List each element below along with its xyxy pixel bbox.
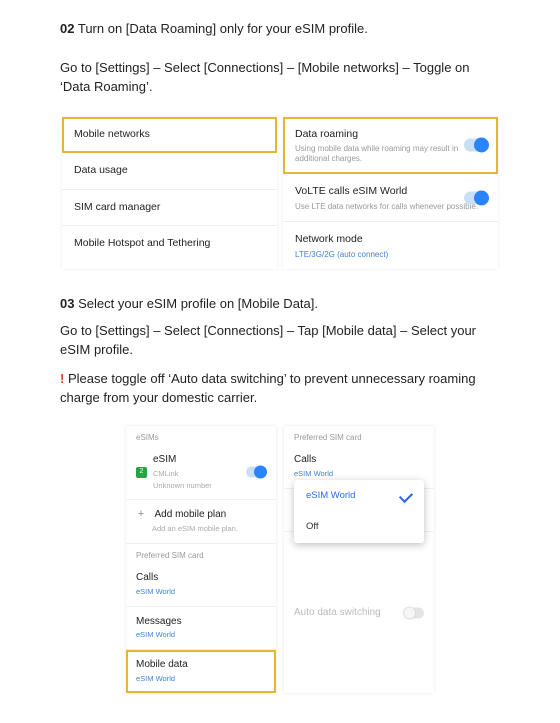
plus-icon: + [136,509,146,519]
volte-toggle[interactable] [464,191,488,204]
row-mobile-networks[interactable]: Mobile networks [62,117,277,154]
data-roaming-sub: Using mobile data while roaming may resu… [295,144,486,163]
esim-enable-toggle[interactable] [246,467,266,478]
data-roaming-toggle[interactable] [464,138,488,151]
row-mobile-data-left[interactable]: Mobile data eSIM World [126,650,276,692]
row-data-usage[interactable]: Data usage [62,153,277,190]
calls-left-sub: eSIM World [136,587,266,598]
step2-title-text: Turn on [Data Roaming] only for your eSI… [78,21,368,36]
esim-label: eSIM [153,454,176,465]
add-plan-sub: Add an eSIM mobile plan. [152,524,266,535]
esim-sub1: CMLink [153,469,212,480]
calls-left-label: Calls [136,572,158,583]
popup-option-off[interactable]: Off [294,511,424,543]
step2-instruction: Go to [Settings] – Select [Connections] … [60,59,500,97]
screenshot-1: Mobile networks Data usage SIM card mana… [60,115,500,272]
row-calls-left[interactable]: Calls eSIM World [126,563,276,606]
step3-instruction: Go to [Settings] – Select [Connections] … [60,322,500,360]
preferred-sim-panel: Preferred SIM card Calls eSIM World Mess… [284,426,434,693]
data-roaming-label: Data roaming [295,128,358,140]
row-auto-data-switching[interactable]: Auto data switching [284,598,434,629]
preferred-sim-header-right: Preferred SIM card [284,426,434,446]
mobile-data-popup: eSIM World Off [294,480,424,544]
warning-icon: ! [60,371,64,386]
screenshot-2: eSIMs 2 eSIM CMLink Unknown number + Add… [60,426,500,693]
sim-card-manager-label: SIM card manager [74,201,160,213]
auto-data-switching-label: Auto data switching [294,607,381,618]
preferred-sim-header-left: Preferred SIM card [126,544,276,564]
row-messages-left[interactable]: Messages eSIM World [126,607,276,650]
row-sim-card-manager[interactable]: SIM card manager [62,190,277,227]
step3-heading: 03 Select your eSIM profile on [Mobile D… [60,295,500,314]
sim-manager-panel: eSIMs 2 eSIM CMLink Unknown number + Add… [126,426,276,693]
popup-option-esim-world[interactable]: eSIM World [294,480,424,512]
calls-right-sub: eSIM World [294,469,424,480]
esim-sub2: Unknown number [153,481,212,492]
add-plan-label: Add mobile plan [155,509,227,520]
volte-sub: Use LTE data networks for calls whenever… [295,202,486,212]
volte-label: VoLTE calls eSIM World [295,185,407,197]
network-mode-sub: LTE/3G/2G (auto connect) [295,250,486,260]
mobile-networks-panel: Data roaming Using mobile data while roa… [283,117,498,270]
row-hotspot-tethering[interactable]: Mobile Hotspot and Tethering [62,226,277,262]
mobile-data-left-label: Mobile data [136,659,188,670]
row-network-mode[interactable]: Network mode LTE/3G/2G (auto connect) [283,222,498,269]
warning-text: Please toggle off ‘Auto data switching’ … [60,371,476,405]
esim-badge: 2 [136,467,147,478]
row-data-roaming[interactable]: Data roaming Using mobile data while roa… [283,117,498,175]
popup-opt1-label: eSIM World [306,489,355,503]
row-add-mobile-plan[interactable]: + Add mobile plan Add an eSIM mobile pla… [126,500,276,543]
row-esim-profile[interactable]: 2 eSIM CMLink Unknown number [126,445,276,500]
step2-number: 02 [60,21,74,36]
network-mode-label: Network mode [295,233,363,245]
connections-panel: Mobile networks Data usage SIM card mana… [62,117,277,270]
step3-title-text: Select your eSIM profile on [Mobile Data… [78,296,318,311]
auto-data-switching-toggle[interactable] [404,608,424,619]
mobile-networks-label: Mobile networks [74,128,150,140]
step2-heading: 02 Turn on [Data Roaming] only for your … [60,20,500,39]
check-icon [399,488,413,502]
step3-warning: ! Please toggle off ‘Auto data switching… [60,370,500,408]
data-usage-label: Data usage [74,164,128,176]
hotspot-tethering-label: Mobile Hotspot and Tethering [74,237,210,249]
esims-header: eSIMs [126,426,276,446]
messages-left-label: Messages [136,616,182,627]
popup-opt2-label: Off [306,520,319,534]
calls-right-label: Calls [294,454,316,465]
step3-number: 03 [60,296,74,311]
mobile-data-left-sub: eSIM World [136,674,266,685]
document-page: 02 Turn on [Data Roaming] only for your … [0,0,560,723]
row-volte-calls[interactable]: VoLTE calls eSIM World Use LTE data netw… [283,174,498,222]
